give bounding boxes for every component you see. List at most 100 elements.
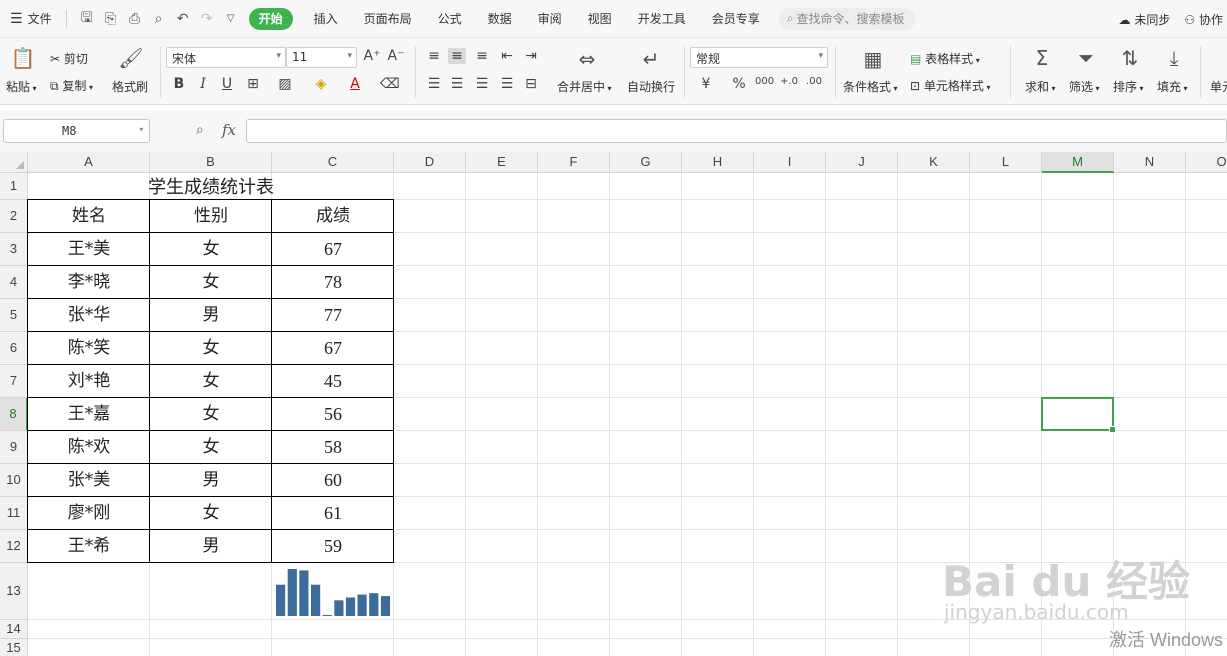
customize-chevron-icon[interactable]: ▽: [223, 13, 239, 24]
tab-developer[interactable]: 开发工具: [625, 0, 699, 38]
column-header-b[interactable]: B: [150, 152, 272, 173]
column-header-j[interactable]: J: [826, 152, 898, 173]
justify-icon[interactable]: ☰: [498, 76, 516, 92]
column-header-i[interactable]: I: [754, 152, 826, 173]
font-size-select[interactable]: 11 ▾: [286, 47, 357, 68]
table-cell[interactable]: 李*晓: [28, 266, 150, 299]
borders-icon[interactable]: ⊞: [244, 76, 262, 92]
row-header-9[interactable]: 9: [0, 431, 28, 464]
command-search-input[interactable]: ⌕ 查找命令、搜索模板: [778, 7, 915, 30]
sync-status-button[interactable]: ☁ 未同步: [1119, 11, 1171, 28]
conditional-format-button[interactable]: 条件格式 ▾: [843, 78, 898, 95]
sum-icon[interactable]: Σ: [1029, 46, 1055, 70]
fill-pattern-icon[interactable]: ▨: [276, 76, 294, 92]
column-header-k[interactable]: K: [898, 152, 970, 173]
file-menu[interactable]: ☰ 文件: [0, 0, 60, 38]
select-all-corner[interactable]: [0, 152, 28, 173]
row-header-3[interactable]: 3: [0, 233, 28, 266]
sort-icon[interactable]: ⇅: [1117, 46, 1143, 70]
column-header-f[interactable]: F: [538, 152, 610, 173]
copy-button[interactable]: ⧉ 复制 ▾: [50, 77, 93, 94]
increase-indent-icon[interactable]: ⇥: [522, 48, 540, 64]
thousands-separator-button[interactable]: 000: [755, 76, 774, 87]
column-header-l[interactable]: L: [970, 152, 1042, 173]
table-cell[interactable]: 女: [150, 365, 272, 398]
name-box[interactable]: M8 ▾: [3, 119, 150, 143]
export-pdf-icon[interactable]: ⎘: [103, 11, 119, 27]
italic-button[interactable]: I: [194, 76, 212, 92]
decrease-indent-icon[interactable]: ⇤: [498, 48, 516, 64]
table-cell[interactable]: 61: [272, 497, 394, 530]
table-cell[interactable]: 女: [150, 332, 272, 365]
align-center-icon[interactable]: ☰: [448, 76, 466, 92]
table-cell[interactable]: 陈*欢: [28, 431, 150, 464]
align-right-icon[interactable]: ☰: [473, 76, 491, 92]
currency-button[interactable]: ¥: [697, 76, 715, 92]
row-header-1[interactable]: 1: [0, 173, 28, 200]
fill-down-icon[interactable]: ⤓: [1161, 46, 1187, 70]
clear-format-icon[interactable]: ⌫: [380, 76, 400, 92]
decrease-font-icon[interactable]: A⁻: [387, 48, 405, 64]
number-format-select[interactable]: 常规 ▾: [690, 47, 828, 68]
table-cell[interactable]: 58: [272, 431, 394, 464]
format-painter-icon[interactable]: 🖌: [118, 46, 144, 70]
cut-button[interactable]: ✂ 剪切: [50, 50, 88, 67]
tab-data[interactable]: 数据: [475, 0, 525, 38]
table-cell[interactable]: 56: [272, 398, 394, 431]
paste-button[interactable]: 粘贴 ▾: [6, 78, 37, 95]
tab-view[interactable]: 视图: [575, 0, 625, 38]
align-left-icon[interactable]: ☰: [425, 76, 443, 92]
tab-review[interactable]: 审阅: [525, 0, 575, 38]
table-cell[interactable]: 张*美: [28, 464, 150, 497]
redo-icon[interactable]: ↷: [199, 11, 215, 27]
score-sparkline[interactable]: [276, 563, 390, 620]
table-cell[interactable]: 男: [150, 530, 272, 563]
column-header-m[interactable]: M: [1042, 152, 1114, 173]
decrease-decimal-icon[interactable]: .00: [805, 76, 823, 87]
row-header-7[interactable]: 7: [0, 365, 28, 398]
table-cell[interactable]: 女: [150, 398, 272, 431]
tab-member[interactable]: 会员专享: [699, 0, 773, 38]
print-icon[interactable]: ⎙: [127, 11, 143, 27]
sheet-title[interactable]: 学生成绩统计表: [28, 173, 394, 200]
row-header-6[interactable]: 6: [0, 332, 28, 365]
formula-input[interactable]: [246, 119, 1227, 143]
row-header-15[interactable]: 15: [0, 639, 28, 656]
collaborate-button[interactable]: ⚇ 协作: [1184, 11, 1223, 28]
column-header-g[interactable]: G: [610, 152, 682, 173]
zoom-search-icon[interactable]: ⌕: [196, 122, 204, 138]
table-cell[interactable]: 女: [150, 431, 272, 464]
align-bottom-icon[interactable]: ≡: [473, 48, 491, 64]
align-middle-icon[interactable]: ≡: [448, 48, 466, 64]
align-top-icon[interactable]: ≡: [425, 48, 443, 64]
increase-font-icon[interactable]: A⁺: [363, 48, 381, 64]
table-header-cell[interactable]: 性别: [150, 200, 272, 233]
tab-formulas[interactable]: 公式: [425, 0, 475, 38]
tab-home[interactable]: 开始: [248, 7, 293, 30]
table-cell[interactable]: 陈*笑: [28, 332, 150, 365]
font-color-icon[interactable]: A: [346, 76, 364, 92]
table-cell[interactable]: 77: [272, 299, 394, 332]
table-cell[interactable]: 女: [150, 266, 272, 299]
column-header-n[interactable]: N: [1114, 152, 1186, 173]
column-header-c[interactable]: C: [272, 152, 394, 173]
row-header-14[interactable]: 14: [0, 620, 28, 639]
wrap-text-button[interactable]: 自动换行: [627, 78, 675, 95]
underline-button[interactable]: U: [218, 76, 236, 92]
row-header-5[interactable]: 5: [0, 299, 28, 332]
row-header-2[interactable]: 2: [0, 200, 28, 233]
table-cell[interactable]: 男: [150, 299, 272, 332]
fill-color-icon[interactable]: ◈: [312, 76, 330, 92]
table-cell[interactable]: 刘*艳: [28, 365, 150, 398]
tab-page-layout[interactable]: 页面布局: [351, 0, 425, 38]
undo-icon[interactable]: ↶: [175, 11, 191, 27]
tab-insert[interactable]: 插入: [301, 0, 351, 38]
percent-button[interactable]: %: [730, 76, 748, 92]
row-header-12[interactable]: 12: [0, 530, 28, 563]
table-cell[interactable]: 78: [272, 266, 394, 299]
table-cell[interactable]: 王*美: [28, 233, 150, 266]
fill-button[interactable]: 填充 ▾: [1157, 78, 1188, 95]
table-cell[interactable]: 廖*刚: [28, 497, 150, 530]
filter-button[interactable]: 筛选 ▾: [1069, 78, 1100, 95]
increase-decimal-icon[interactable]: +.0: [780, 76, 798, 87]
